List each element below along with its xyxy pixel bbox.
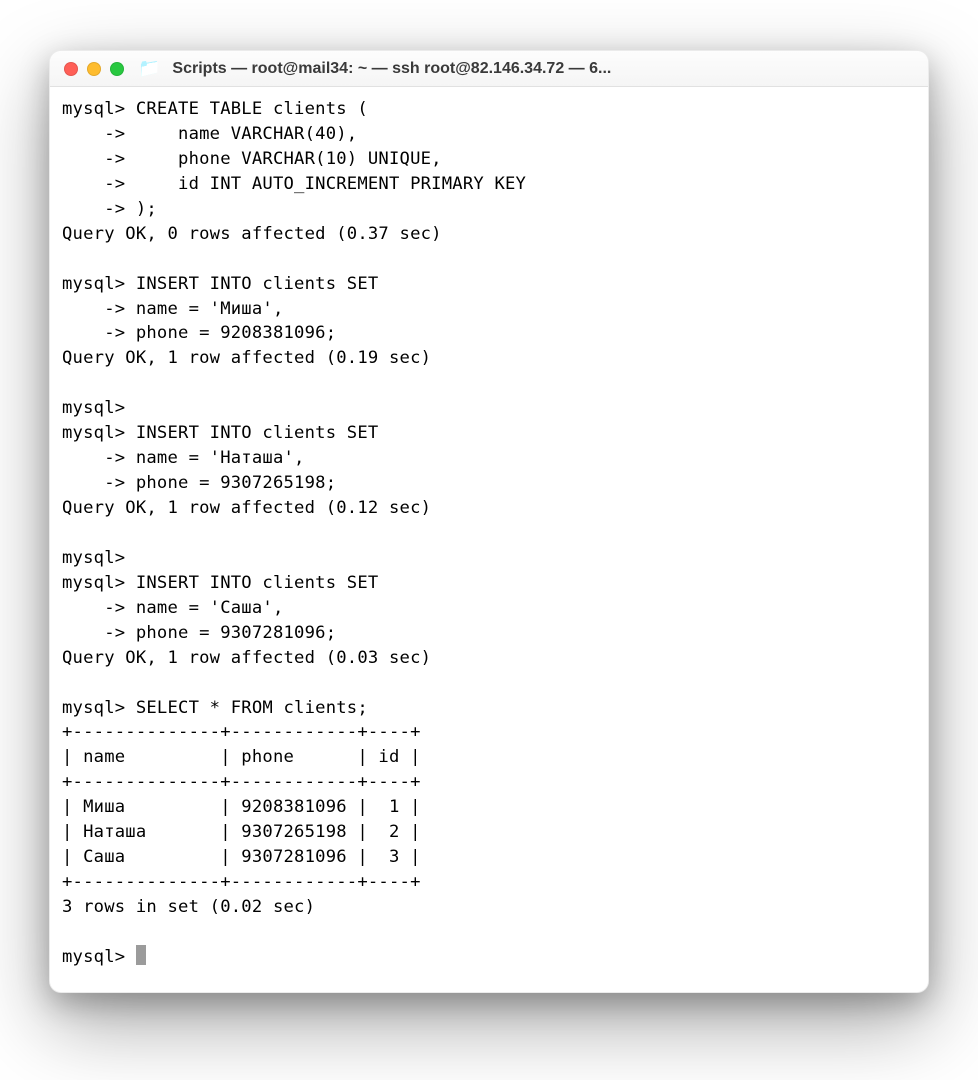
close-button[interactable] (64, 62, 78, 76)
folder-icon: 📁 (138, 58, 160, 79)
terminal-window: 📁 Scripts — root@mail34: ~ — ssh root@82… (49, 50, 929, 993)
traffic-lights (64, 62, 124, 76)
window-title: Scripts — root@mail34: ~ — ssh root@82.1… (172, 60, 914, 78)
window-titlebar[interactable]: 📁 Scripts — root@mail34: ~ — ssh root@82… (50, 51, 928, 87)
terminal-content[interactable]: mysql> CREATE TABLE clients ( -> name VA… (50, 87, 928, 992)
minimize-button[interactable] (87, 62, 101, 76)
cursor (136, 945, 146, 965)
zoom-button[interactable] (110, 62, 124, 76)
